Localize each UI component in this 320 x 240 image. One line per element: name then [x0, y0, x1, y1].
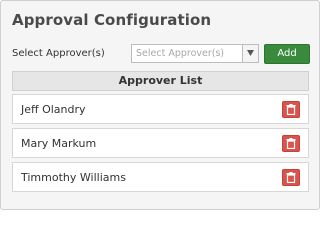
- approver-name: Jeff Olandry: [21, 103, 86, 116]
- add-approver-button[interactable]: Add: [264, 44, 310, 64]
- approver-row: Timmothy Williams: [12, 162, 309, 192]
- dropdown-arrow[interactable]: [242, 45, 258, 62]
- delete-approver-button[interactable]: [282, 169, 300, 186]
- panel-title: Approval Configuration: [12, 11, 212, 29]
- approver-row: Jeff Olandry: [12, 94, 309, 124]
- trash-icon: [286, 138, 296, 149]
- approver-list-header: Approver List: [12, 71, 309, 91]
- approver-name: Mary Markum: [21, 137, 97, 150]
- delete-approver-button[interactable]: [282, 135, 300, 152]
- approver-select-placeholder: Select Approver(s): [136, 48, 225, 59]
- approver-select-dropdown[interactable]: Select Approver(s): [131, 44, 259, 63]
- delete-approver-button[interactable]: [282, 101, 300, 118]
- trash-icon: [286, 104, 296, 115]
- approver-name: Timmothy Williams: [21, 171, 126, 184]
- select-approvers-label: Select Approver(s): [12, 48, 105, 59]
- trash-icon: [286, 172, 296, 183]
- caret-down-icon: [247, 50, 254, 56]
- approver-row: Mary Markum: [12, 128, 309, 158]
- approval-configuration-panel: Approval Configuration Select Approver(s…: [0, 0, 320, 210]
